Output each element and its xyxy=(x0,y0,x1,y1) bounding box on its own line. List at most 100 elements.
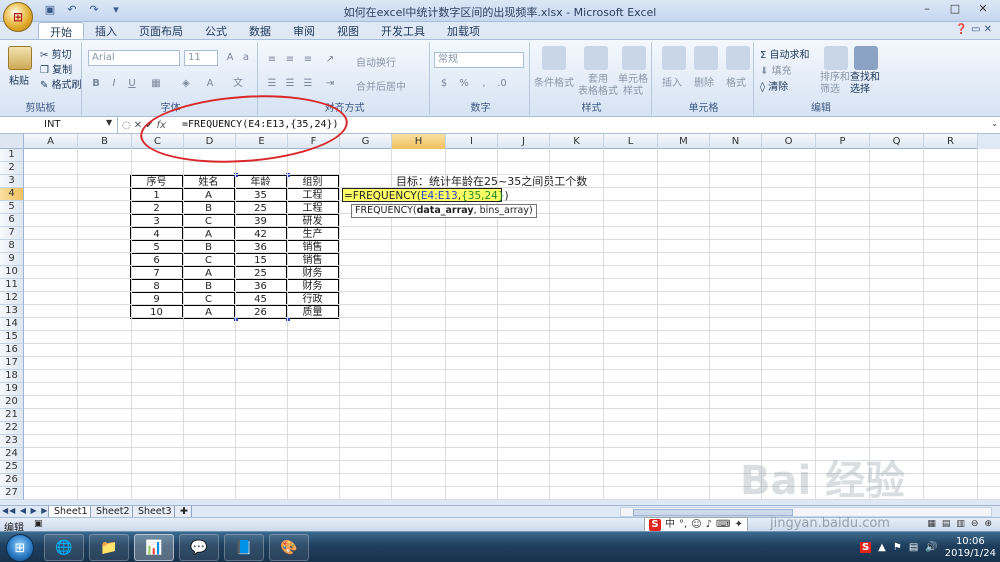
column-header[interactable]: N xyxy=(710,134,762,149)
column-header[interactable]: C xyxy=(132,134,184,149)
align-center-icon[interactable]: ☰ xyxy=(282,76,298,91)
column-header[interactable]: G xyxy=(340,134,392,149)
column-header[interactable]: B xyxy=(78,134,132,149)
conditional-format-button[interactable]: 条件格式 xyxy=(534,74,574,89)
font-color-icon[interactable]: A xyxy=(202,76,218,91)
currency-icon[interactable]: $ xyxy=(436,76,452,91)
punctuation-icon[interactable]: °, xyxy=(679,518,687,532)
tab-developer[interactable]: 开发工具 xyxy=(370,22,436,39)
column-header[interactable]: F xyxy=(288,134,340,149)
wechat-icon[interactable]: 💬 xyxy=(179,534,219,561)
row-header[interactable]: 8 xyxy=(0,240,23,253)
row-header[interactable]: 16 xyxy=(0,344,23,357)
formula-input[interactable]: =FREQUENCY(E4:E13,{35,24}) xyxy=(182,117,339,133)
insert-cells-button[interactable]: 插入 xyxy=(662,74,682,89)
column-header[interactable]: L xyxy=(604,134,658,149)
align-bottom-icon[interactable]: ≡ xyxy=(300,52,316,67)
chevron-down-icon[interactable]: ▼ xyxy=(106,118,112,127)
volume-icon[interactable]: 🔊 xyxy=(925,542,937,553)
office-button[interactable]: ⊞ xyxy=(3,2,33,32)
paint-icon[interactable]: 🎨 xyxy=(269,534,309,561)
font-name-combo[interactable]: Arial xyxy=(88,50,180,66)
row-header[interactable]: 17 xyxy=(0,357,23,370)
row-header[interactable]: 22 xyxy=(0,422,23,435)
excel-icon[interactable]: 📊 xyxy=(134,534,174,561)
help-icon[interactable]: ❓ ▭ ✕ xyxy=(955,24,992,35)
column-header[interactable]: O xyxy=(762,134,816,149)
row-header[interactable]: 13 xyxy=(0,305,23,318)
minimize-button[interactable]: – xyxy=(914,2,940,18)
close-button[interactable]: ✕ xyxy=(970,2,996,18)
ime-language[interactable]: 中 xyxy=(665,518,675,532)
border-icon[interactable]: ▦ xyxy=(148,76,164,91)
row-header[interactable]: 14 xyxy=(0,318,23,331)
find-select-button[interactable]: 查找和 选择 xyxy=(850,72,880,96)
row-header[interactable]: 3 xyxy=(0,175,23,188)
indent-icon[interactable]: ⇥ xyxy=(322,76,338,91)
row-header[interactable]: 27 xyxy=(0,487,23,500)
bold-icon[interactable]: B xyxy=(88,76,104,91)
align-right-icon[interactable]: ☰ xyxy=(300,76,316,91)
tab-insert[interactable]: 插入 xyxy=(84,22,128,39)
delete-cells-button[interactable]: 删除 xyxy=(694,74,714,89)
folder-icon[interactable]: 📁 xyxy=(89,534,129,561)
row-header[interactable]: 19 xyxy=(0,383,23,396)
row-header[interactable]: 5 xyxy=(0,201,23,214)
table-format-button[interactable]: 套用 表格格式 xyxy=(578,74,618,98)
row-header[interactable]: 12 xyxy=(0,292,23,305)
align-middle-icon[interactable]: ≡ xyxy=(282,52,298,67)
tab-review[interactable]: 审阅 xyxy=(282,22,326,39)
tab-home[interactable]: 开始 xyxy=(38,22,84,39)
fill-color-icon[interactable]: ◈ xyxy=(178,76,194,91)
maximize-button[interactable]: □ xyxy=(942,2,968,18)
active-cell-editor[interactable]: =FREQUENCY(E4:E13,{35,24}) xyxy=(342,188,509,202)
column-header[interactable]: E xyxy=(236,134,288,149)
increase-decimal-icon[interactable]: .0 xyxy=(494,76,510,91)
emoji-icon[interactable]: ☺ xyxy=(691,518,701,532)
paste-button[interactable]: 粘贴 xyxy=(9,72,29,87)
row-header[interactable]: 1 xyxy=(0,149,23,162)
format-cells-button[interactable]: 格式 xyxy=(726,74,746,89)
tab-view[interactable]: 视图 xyxy=(326,22,370,39)
row-header[interactable]: 6 xyxy=(0,214,23,227)
insert-function-icon[interactable]: fx xyxy=(157,120,166,131)
number-format-combo[interactable]: 常规 xyxy=(434,52,524,68)
align-top-icon[interactable]: ≡ xyxy=(264,52,280,67)
select-all-corner[interactable] xyxy=(0,134,24,149)
column-header[interactable]: K xyxy=(550,134,604,149)
clock[interactable]: 10:06 2019/1/24 xyxy=(945,536,996,560)
network-icon[interactable]: ▤ xyxy=(909,542,918,553)
macro-record-icon[interactable]: ▣ xyxy=(34,519,43,529)
column-header[interactable]: R xyxy=(924,134,978,149)
font-size-combo[interactable]: 11 xyxy=(184,50,218,66)
name-box[interactable]: INT xyxy=(0,117,118,133)
column-header[interactable]: P xyxy=(816,134,870,149)
row-header[interactable]: 24 xyxy=(0,448,23,461)
column-header[interactable]: H xyxy=(392,134,446,149)
row-header[interactable]: 21 xyxy=(0,409,23,422)
row-header[interactable]: 23 xyxy=(0,435,23,448)
row-header[interactable]: 10 xyxy=(0,266,23,279)
percent-icon[interactable]: % xyxy=(456,76,472,91)
browser-icon[interactable]: 🌐 xyxy=(44,534,84,561)
zoom-out-icon[interactable]: ⊖ xyxy=(971,519,979,529)
shirt-icon[interactable]: ✦ xyxy=(734,518,742,532)
row-header[interactable]: 26 xyxy=(0,474,23,487)
cell-style-button[interactable]: 单元格 样式 xyxy=(618,74,648,98)
flag-icon[interactable]: ⚑ xyxy=(893,542,902,553)
underline-icon[interactable]: U xyxy=(124,76,140,91)
normal-view-icon[interactable]: ▦ xyxy=(927,519,936,529)
tab-addins[interactable]: 加载项 xyxy=(436,22,491,39)
column-header[interactable]: A xyxy=(24,134,78,149)
tab-page-layout[interactable]: 页面布局 xyxy=(128,22,194,39)
italic-icon[interactable]: I xyxy=(106,76,122,91)
page-break-view-icon[interactable]: ▥ xyxy=(956,519,965,529)
column-header[interactable]: Q xyxy=(870,134,924,149)
column-header[interactable]: M xyxy=(658,134,710,149)
enter-check-icon[interactable]: ✔ xyxy=(145,120,153,131)
sogou-tray-icon[interactable]: S xyxy=(859,542,872,553)
notes-icon[interactable]: 📘 xyxy=(224,534,264,561)
column-header[interactable]: J xyxy=(498,134,550,149)
cancel-icon[interactable]: ✕ xyxy=(134,120,142,131)
tab-formulas[interactable]: 公式 xyxy=(194,22,238,39)
